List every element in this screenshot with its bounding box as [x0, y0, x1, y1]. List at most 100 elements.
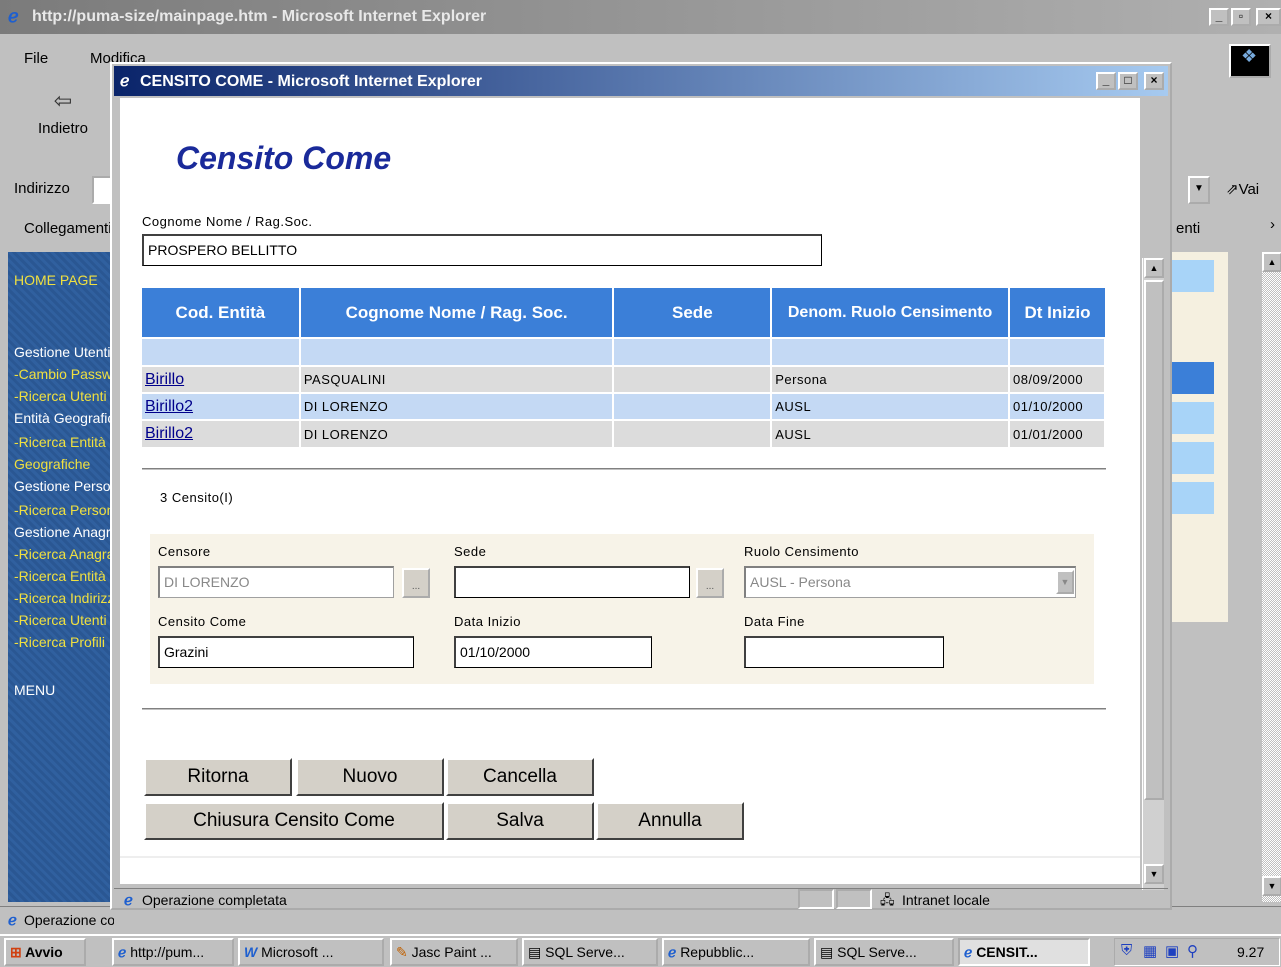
- sidebar-gestione-utenti: Gestione Utenti: [14, 344, 111, 360]
- main-titlebar[interactable]: ℯ http://puma-size/mainpage.htm - Micros…: [0, 0, 1281, 34]
- monitor-icon[interactable]: ▣: [1165, 942, 1179, 960]
- results-table: Cod. Entità Cognome Nome / Rag. Soc. Sed…: [142, 288, 1107, 447]
- main-scroll-up[interactable]: ▲: [1262, 252, 1281, 272]
- sidebar-home[interactable]: HOME PAGE: [14, 272, 98, 288]
- popup-status-icon: ℯ: [124, 892, 133, 909]
- taskbar-item[interactable]: ℯ Repubblic...: [662, 938, 810, 966]
- col-ruolo[interactable]: Denom. Ruolo Censimento: [771, 288, 1010, 338]
- sede-input[interactable]: [454, 566, 690, 598]
- links-label[interactable]: Collegamenti: [24, 220, 110, 237]
- back-button[interactable]: ⇦ Indietro: [18, 88, 108, 158]
- annulla-button[interactable]: Annulla: [596, 802, 744, 840]
- shield-icon[interactable]: ⛨: [1121, 942, 1132, 959]
- chiusura-button[interactable]: Chiusura Censito Come: [144, 802, 444, 840]
- popup-status-text: Operazione completata: [142, 892, 287, 908]
- data-inizio-input[interactable]: 01/10/2000: [454, 636, 652, 668]
- row-link[interactable]: Birillo2: [145, 398, 193, 415]
- ie-icon: ℯ: [668, 944, 677, 960]
- name-label: Cognome Nome / Rag.Soc.: [142, 214, 313, 229]
- taskbar-item[interactable]: ✎ Jasc Paint ...: [390, 938, 518, 966]
- censore-label: Censore: [158, 544, 211, 559]
- popup-titlebar[interactable]: ℯ CENSITO COME - Microsoft Internet Expl…: [114, 66, 1168, 96]
- ritorna-button[interactable]: Ritorna: [144, 758, 292, 796]
- links-chevron-icon[interactable]: ›: [1270, 216, 1275, 233]
- divider: [120, 856, 1140, 858]
- popup-scroll-up[interactable]: ▲: [1144, 258, 1164, 278]
- popup-ie-icon: ℯ: [120, 73, 130, 90]
- ruolo-select[interactable]: AUSL - Persona: [744, 566, 1076, 598]
- sidebar-geografiche[interactable]: Geografiche: [14, 456, 90, 472]
- sede-browse-button[interactable]: ...: [696, 568, 724, 598]
- cancella-button[interactable]: Cancella: [446, 758, 594, 796]
- sidebar-cambio-password[interactable]: -Cambio Password: [14, 366, 120, 382]
- sidebar-ricerca-persone[interactable]: -Ricerca Persone: [14, 502, 120, 518]
- sidebar-ricerca-profili[interactable]: -Ricerca Profili: [14, 634, 105, 650]
- row-link[interactable]: Birillo2: [145, 425, 193, 442]
- back-arrow-icon: ⇦: [53, 88, 73, 113]
- edit-form: Censore DI LORENZO ... Sede ... Ruolo Ce…: [150, 534, 1094, 684]
- main-scroll-down[interactable]: ▼: [1262, 876, 1281, 896]
- main-status-icon: ℯ: [8, 912, 17, 929]
- main-scrollbar[interactable]: [1262, 252, 1281, 902]
- menu-file[interactable]: File: [24, 50, 48, 67]
- page-title: Censito Come: [176, 140, 392, 176]
- taskbar-item-active[interactable]: ℯ CENSIT...: [958, 938, 1090, 966]
- restore-button[interactable]: ▫: [1231, 8, 1251, 26]
- main-status-bar: ℯ Operazione completata: [0, 906, 1281, 934]
- close-button[interactable]: ×: [1256, 8, 1281, 26]
- taskbar-item[interactable]: ▤ SQL Serve...: [814, 938, 954, 966]
- taskbar-item[interactable]: ℯ http://pum...: [112, 938, 234, 966]
- search-icon[interactable]: ⚲: [1187, 942, 1198, 960]
- data-fine-input[interactable]: [744, 636, 944, 668]
- divider: [142, 468, 1106, 471]
- popup-scroll-down[interactable]: ▼: [1144, 864, 1164, 884]
- nuovo-button[interactable]: Nuovo: [296, 758, 444, 796]
- sidebar-entita-geo: Entità Geografiche: [14, 410, 120, 426]
- taskbar-item[interactable]: ▤ SQL Serve...: [522, 938, 658, 966]
- taskbar-item[interactable]: W Microsoft ...: [238, 938, 384, 966]
- go-button[interactable]: ⇗Vai: [1226, 180, 1259, 198]
- ruolo-label: Ruolo Censimento: [744, 544, 859, 559]
- row-link[interactable]: Birillo: [145, 371, 184, 388]
- main-title-text: http://puma-size/mainpage.htm - Microsof…: [32, 8, 487, 25]
- sidebar-ricerca-indirizzi[interactable]: -Ricerca Indirizzi: [14, 590, 117, 606]
- censore-browse-button[interactable]: ...: [402, 568, 430, 598]
- sidebar-menu[interactable]: MENU: [14, 682, 55, 698]
- table-row[interactable]: Birillo2 DI LORENZO AUSL 01/01/2000: [142, 419, 1107, 447]
- ruolo-dropdown-icon[interactable]: ▼: [1056, 570, 1074, 594]
- sidebar-ricerca-anag[interactable]: -Ricerca Anagrafiche: [14, 546, 120, 562]
- minimize-button[interactable]: _: [1209, 8, 1229, 26]
- popup-title-text: CENSITO COME - Microsoft Internet Explor…: [140, 73, 482, 90]
- sidebar-ricerca-utenti2[interactable]: -Ricerca Utenti: [14, 612, 107, 628]
- bg-content-right: [1170, 252, 1228, 622]
- popup-minimize-button[interactable]: _: [1096, 72, 1116, 90]
- popup-scrollbar[interactable]: ▲ ▼: [1142, 258, 1164, 890]
- censito-input[interactable]: Grazini: [158, 636, 414, 668]
- address-dropdown-button[interactable]: ▼: [1188, 176, 1210, 204]
- popup-close-button[interactable]: ×: [1144, 72, 1164, 90]
- sidebar-ricerca-entita[interactable]: -Ricerca Entità: [14, 434, 106, 450]
- censore-input[interactable]: DI LORENZO: [158, 566, 394, 598]
- col-dt-inizio[interactable]: Dt Inizio: [1008, 288, 1105, 338]
- col-cognome[interactable]: Cognome Nome / Rag. Soc.: [299, 288, 615, 338]
- table-row[interactable]: Birillo PASQUALINI Persona 08/09/2000: [142, 365, 1107, 393]
- windows-logo: ❖: [1229, 44, 1271, 78]
- data-inizio-label: Data Inizio: [454, 614, 521, 629]
- col-sede[interactable]: Sede: [613, 288, 773, 338]
- sidebar-ricerca-utenti[interactable]: -Ricerca Utenti: [14, 388, 107, 404]
- address-label: Indirizzo: [14, 180, 70, 197]
- network-icon[interactable]: ▦: [1143, 942, 1157, 960]
- table-row[interactable]: Birillo2 DI LORENZO AUSL 01/10/2000: [142, 392, 1107, 420]
- popup-scroll-thumb[interactable]: [1144, 280, 1164, 800]
- col-cod-entita[interactable]: Cod. Entità: [142, 288, 301, 338]
- sede-label: Sede: [454, 544, 487, 559]
- popup-maximize-button[interactable]: □: [1118, 72, 1138, 90]
- sidebar-gestione-anag: Gestione Anagrafiche: [14, 524, 120, 540]
- name-input[interactable]: PROSPERO BELLITTO: [142, 234, 822, 266]
- sidebar-ricerca-entita2[interactable]: -Ricerca Entità: [14, 568, 106, 584]
- ie-icon: ℯ: [964, 944, 973, 960]
- salva-button[interactable]: Salva: [446, 802, 594, 840]
- links-tail: enti: [1176, 220, 1201, 237]
- start-button[interactable]: ⊞ Avvio: [4, 938, 86, 966]
- data-fine-label: Data Fine: [744, 614, 805, 629]
